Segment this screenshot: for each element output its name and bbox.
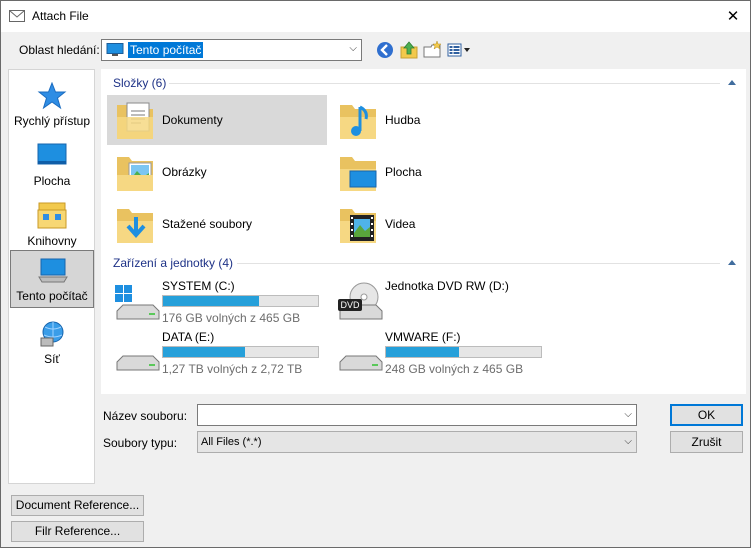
folder-name: Obrázky: [162, 165, 207, 179]
filetype-select[interactable]: All Files (*.*) ⌵: [197, 431, 637, 453]
star-icon: [37, 82, 67, 110]
music-folder-icon: [340, 105, 376, 139]
drive-usage-bar: [162, 295, 319, 307]
envelope-icon: [9, 10, 25, 22]
computer-icon: [38, 258, 68, 283]
back-icon[interactable]: [375, 40, 395, 60]
filetype-label: Soubory typu:: [103, 436, 178, 450]
computer-icon: [106, 43, 124, 56]
folder-name: Plocha: [385, 165, 422, 179]
drive-name: DATA (E:): [162, 330, 215, 344]
group-divider: [237, 263, 720, 264]
folder-item-desktop[interactable]: Plocha: [330, 147, 550, 197]
look-in-label: Oblast hledání:: [19, 43, 100, 57]
group-divider: [169, 83, 720, 84]
chevron-down-icon[interactable]: ⌵: [624, 436, 632, 447]
drive-name: VMWARE (F:): [385, 330, 461, 344]
folder-item-music[interactable]: Hudba: [330, 95, 550, 145]
place-libraries[interactable]: Knihovny: [10, 196, 94, 254]
look-in-combo[interactable]: Tento počítač ⌵: [101, 39, 362, 61]
place-this-pc[interactable]: Tento počítač: [10, 250, 94, 308]
system-drive-icon: [115, 285, 160, 320]
place-label: Rychlý přístup: [13, 114, 91, 128]
group-header-folders[interactable]: Složky (6): [113, 76, 166, 90]
drive-item-dvd[interactable]: DVD Jednotka DVD RW (D:): [330, 279, 550, 327]
window-title: Attach File: [32, 9, 89, 23]
cancel-button[interactable]: Zrušit: [670, 431, 743, 453]
drive-free-space: 176 GB volných z 465 GB: [162, 311, 301, 325]
attach-file-dialog: Attach File ✕ Oblast hledání: Tento počí…: [0, 0, 751, 548]
videos-folder-icon: [340, 209, 376, 243]
folder-item-videos[interactable]: Videa: [330, 199, 550, 249]
filetype-value: All Files (*.*): [201, 436, 262, 448]
folder-item-pictures[interactable]: Obrázky: [107, 147, 327, 197]
file-reference-button[interactable]: Filr Reference...: [11, 521, 144, 542]
folder-name: Stažené soubory: [162, 217, 253, 231]
place-label: Tento počítač: [16, 289, 88, 303]
drive-item-data[interactable]: DATA (E:) 1,27 TB volných z 2,72 TB: [107, 330, 327, 378]
up-folder-icon[interactable]: [399, 40, 419, 60]
drive-usage-fill: [163, 347, 246, 357]
document-reference-button[interactable]: Document Reference...: [11, 495, 144, 516]
filename-label: Název souboru:: [103, 409, 188, 423]
documents-folder-icon: [117, 102, 153, 139]
pictures-folder-icon: [117, 157, 153, 191]
folder-name: Dokumenty: [162, 113, 223, 127]
drive-name: Jednotka DVD RW (D:): [385, 279, 509, 293]
drive-name: SYSTEM (C:): [162, 279, 235, 293]
folder-name: Videa: [385, 217, 416, 231]
desktop-folder-icon: [340, 157, 377, 191]
chevron-down-icon[interactable]: ⌵: [349, 43, 357, 54]
drive-free-space: 1,27 TB volných z 2,72 TB: [162, 362, 303, 376]
place-quick-access[interactable]: Rychlý přístup: [10, 76, 94, 134]
svg-text:DVD: DVD: [340, 300, 360, 310]
folder-item-downloads[interactable]: Stažené soubory: [107, 199, 327, 249]
folder-item-documents[interactable]: Dokumenty: [107, 95, 327, 145]
drive-item-system[interactable]: SYSTEM (C:) 176 GB volných z 465 GB: [107, 279, 327, 327]
place-desktop[interactable]: Plocha: [10, 136, 94, 194]
libraries-icon: [37, 202, 67, 229]
place-label: Síť: [44, 352, 60, 366]
collapse-icon[interactable]: [728, 80, 736, 85]
downloads-folder-icon: [117, 209, 153, 243]
look-in-value: Tento počítač: [128, 42, 204, 58]
new-folder-icon[interactable]: [423, 40, 443, 60]
dvd-drive-icon: DVD: [338, 282, 383, 320]
desktop-icon: [37, 143, 67, 165]
place-label: Plocha: [33, 174, 71, 188]
drive-item-vmware[interactable]: VMWARE (F:) 248 GB volných z 465 GB: [330, 330, 550, 378]
ok-button[interactable]: OK: [670, 404, 743, 426]
view-menu-icon[interactable]: [447, 40, 473, 60]
folder-name: Hudba: [385, 113, 421, 127]
drive-usage-bar: [162, 346, 319, 358]
drive-free-space: 248 GB volných z 465 GB: [385, 362, 524, 376]
file-list: Složky (6) Dokumenty Hudba Obrázky Ploch…: [101, 69, 746, 394]
drive-usage-bar: [385, 346, 542, 358]
places-bar: Rychlý přístup Plocha Knihovny Tento poč…: [8, 69, 95, 484]
filename-combo[interactable]: ⌵: [197, 404, 637, 426]
place-network[interactable]: Síť: [10, 314, 94, 372]
group-header-drives[interactable]: Zařízení a jednotky (4): [113, 256, 233, 270]
close-button[interactable]: ✕: [716, 1, 750, 32]
hard-drive-icon: [339, 355, 383, 371]
chevron-down-icon[interactable]: ⌵: [624, 409, 632, 420]
drive-usage-fill: [386, 347, 459, 357]
drive-usage-fill: [163, 296, 260, 306]
title-bar: Attach File ✕: [1, 1, 750, 32]
place-label: Knihovny: [27, 234, 77, 248]
network-icon: [40, 321, 64, 347]
hard-drive-icon: [116, 355, 160, 371]
collapse-icon[interactable]: [728, 260, 736, 265]
